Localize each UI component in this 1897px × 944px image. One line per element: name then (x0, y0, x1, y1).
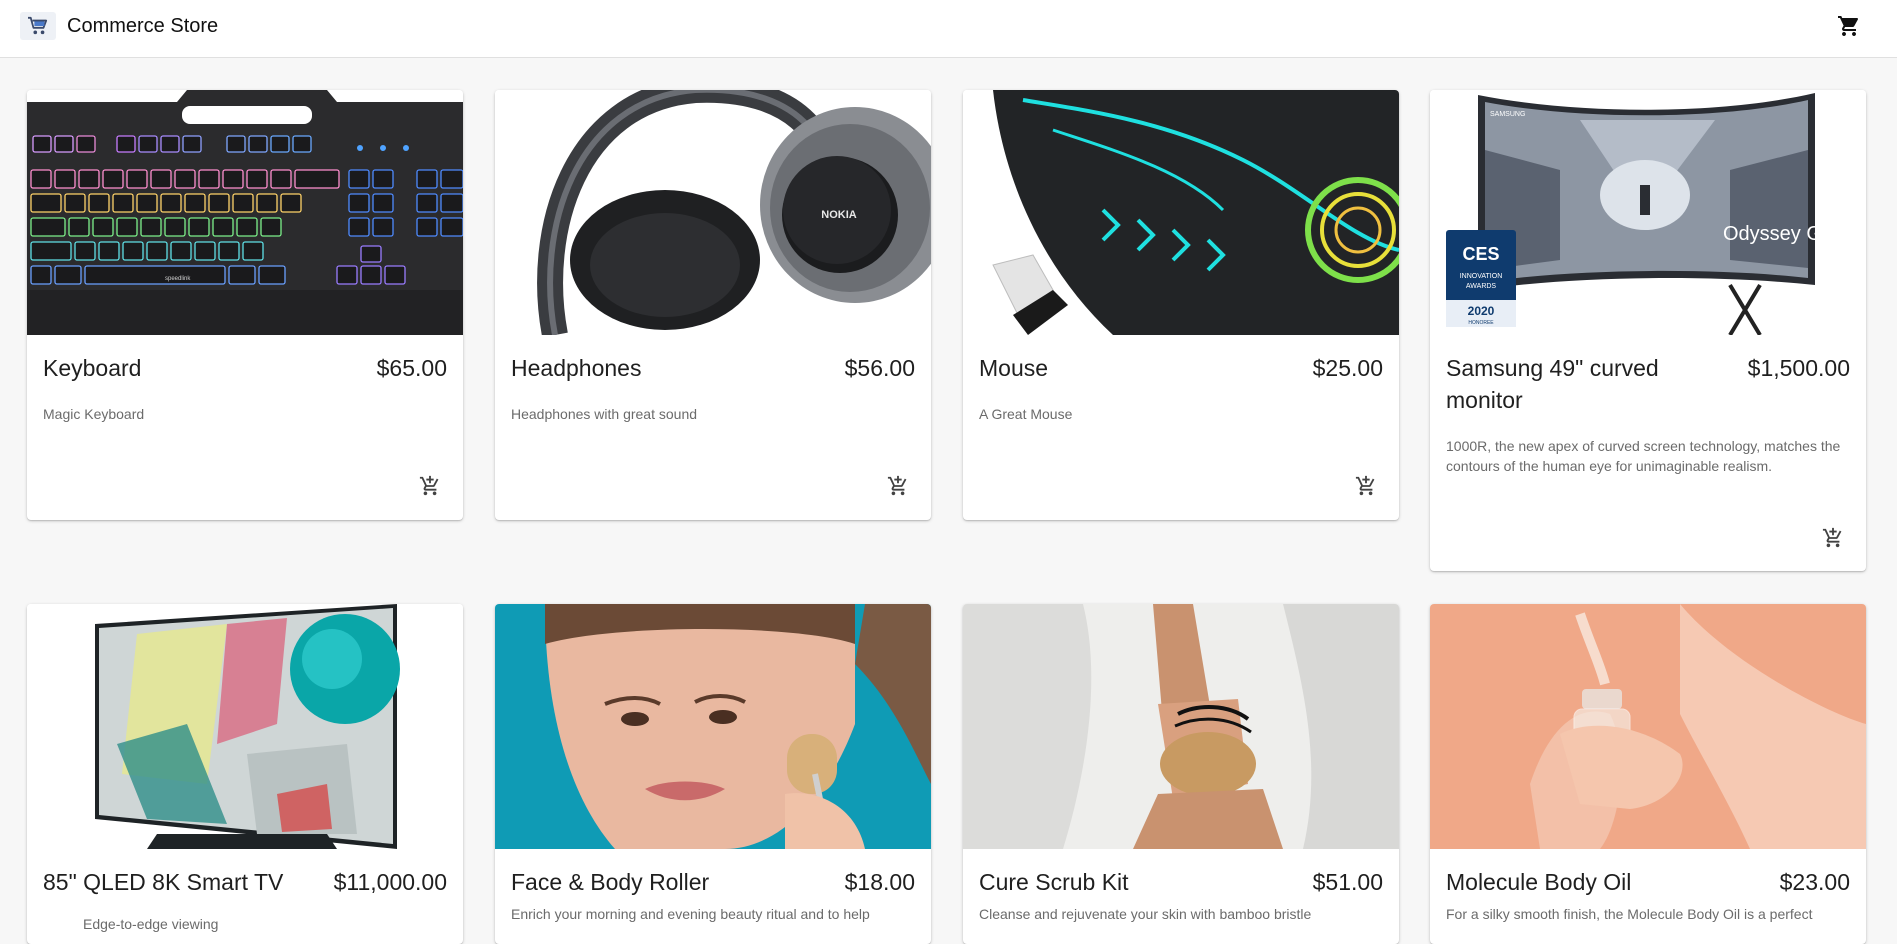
mouse-photo[interactable] (963, 90, 1399, 335)
product-description: Cleanse and rejuvenate your skin with ba… (979, 906, 1312, 922)
product-card[interactable]: 85" QLED 8K Smart TV $11,000.00 Edge-to-… (27, 604, 463, 944)
product-price: $25.00 (1312, 355, 1383, 381)
add-to-cart-icon[interactable] (1353, 473, 1379, 499)
headphones-brand-text: NOKIA (821, 209, 857, 221)
product-description: 1000R, the new apex of curved screen tec… (1446, 438, 1841, 474)
ces-award-badge: CES INNOVATION AWARDS 2020 HONOREE (1446, 230, 1516, 327)
product-price: $18.00 (844, 869, 915, 895)
monitor-brand-text: SAMSUNG (1490, 111, 1525, 118)
body-oil-photo[interactable] (1430, 604, 1866, 849)
product-description: For a silky smooth finish, the Molecule … (1446, 906, 1813, 922)
product-description: Magic Keyboard (43, 406, 145, 422)
add-to-cart-icon[interactable] (417, 473, 443, 499)
product-price: $11,000.00 (333, 869, 447, 895)
product-card[interactable]: Cure Scrub Kit $51.00 Cleanse and rejuve… (963, 604, 1399, 944)
product-price: $65.00 (376, 355, 447, 381)
face-roller-photo[interactable] (495, 604, 931, 849)
product-card[interactable]: speedlink Keyboard $65.00 Magic Keyboard (27, 90, 463, 520)
product-name[interactable]: Cure Scrub Kit (979, 866, 1249, 898)
headphones-photo[interactable]: NOKIA (495, 90, 931, 335)
ces-sub-text: HONOREE (1468, 320, 1494, 326)
product-price: $1,500.00 (1747, 355, 1850, 381)
add-to-cart-icon[interactable] (1820, 525, 1846, 551)
product-name[interactable]: Samsung 49" curved monitor (1446, 352, 1716, 416)
ces-line2-text: AWARDS (1466, 283, 1497, 290)
product-price: $51.00 (1312, 869, 1383, 895)
keyboard-photo[interactable]: speedlink (27, 90, 463, 335)
product-card[interactable]: NOKIA Headphones $56.00 Headphones with … (495, 90, 931, 520)
product-description: Edge-to-edge viewing (83, 916, 219, 932)
ces-year-text: 2020 (1468, 304, 1495, 318)
product-card[interactable]: Face & Body Roller $18.00 Enrich your mo… (495, 604, 931, 944)
product-description: A Great Mouse (979, 406, 1073, 422)
product-name[interactable]: Headphones (511, 352, 781, 384)
product-card[interactable]: Molecule Body Oil $23.00 For a silky smo… (1430, 604, 1866, 944)
product-name[interactable]: Molecule Body Oil (1446, 866, 1716, 898)
scrub-kit-photo[interactable] (963, 604, 1399, 849)
store-title[interactable]: Commerce Store (67, 14, 218, 38)
shopping-cart-icon[interactable] (1836, 13, 1862, 39)
monitor-photo[interactable]: SAMSUNG Odyssey G9 CES INNOVATION AWARDS… (1430, 90, 1866, 335)
cart-logo-icon[interactable] (20, 12, 56, 40)
product-price: $56.00 (844, 355, 915, 381)
ces-title-text: CES (1462, 244, 1499, 264)
tv-photo[interactable] (27, 604, 463, 849)
product-card[interactable]: Mouse $25.00 A Great Mouse (963, 90, 1399, 520)
product-name[interactable]: Keyboard (43, 352, 313, 384)
product-name[interactable]: Face & Body Roller (511, 866, 781, 898)
add-to-cart-icon[interactable] (885, 473, 911, 499)
product-card[interactable]: SAMSUNG Odyssey G9 CES INNOVATION AWARDS… (1430, 90, 1866, 571)
ces-line1-text: INNOVATION (1460, 273, 1503, 280)
monitor-model-text: Odyssey G9 (1723, 223, 1833, 245)
keyboard-brand-text: speedlink (165, 276, 191, 282)
app-bar: Commerce Store (0, 0, 1897, 58)
product-name[interactable]: 85" QLED 8K Smart TV (43, 866, 313, 898)
product-description: Headphones with great sound (511, 406, 698, 422)
product-price: $23.00 (1779, 869, 1850, 895)
product-name[interactable]: Mouse (979, 352, 1249, 384)
product-description: Enrich your morning and evening beauty r… (511, 906, 870, 922)
